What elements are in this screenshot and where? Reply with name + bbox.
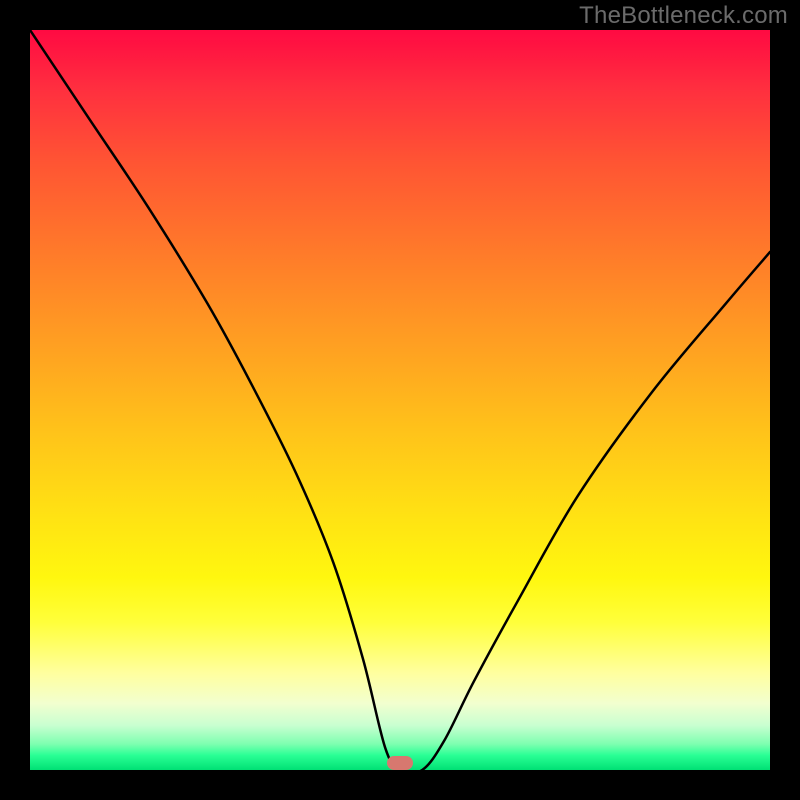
watermark-text: TheBottleneck.com xyxy=(579,2,788,30)
optimal-point-marker xyxy=(387,756,413,770)
chart-frame: TheBottleneck.com xyxy=(0,0,800,800)
plot-area xyxy=(30,30,770,770)
bottleneck-curve xyxy=(30,30,770,770)
